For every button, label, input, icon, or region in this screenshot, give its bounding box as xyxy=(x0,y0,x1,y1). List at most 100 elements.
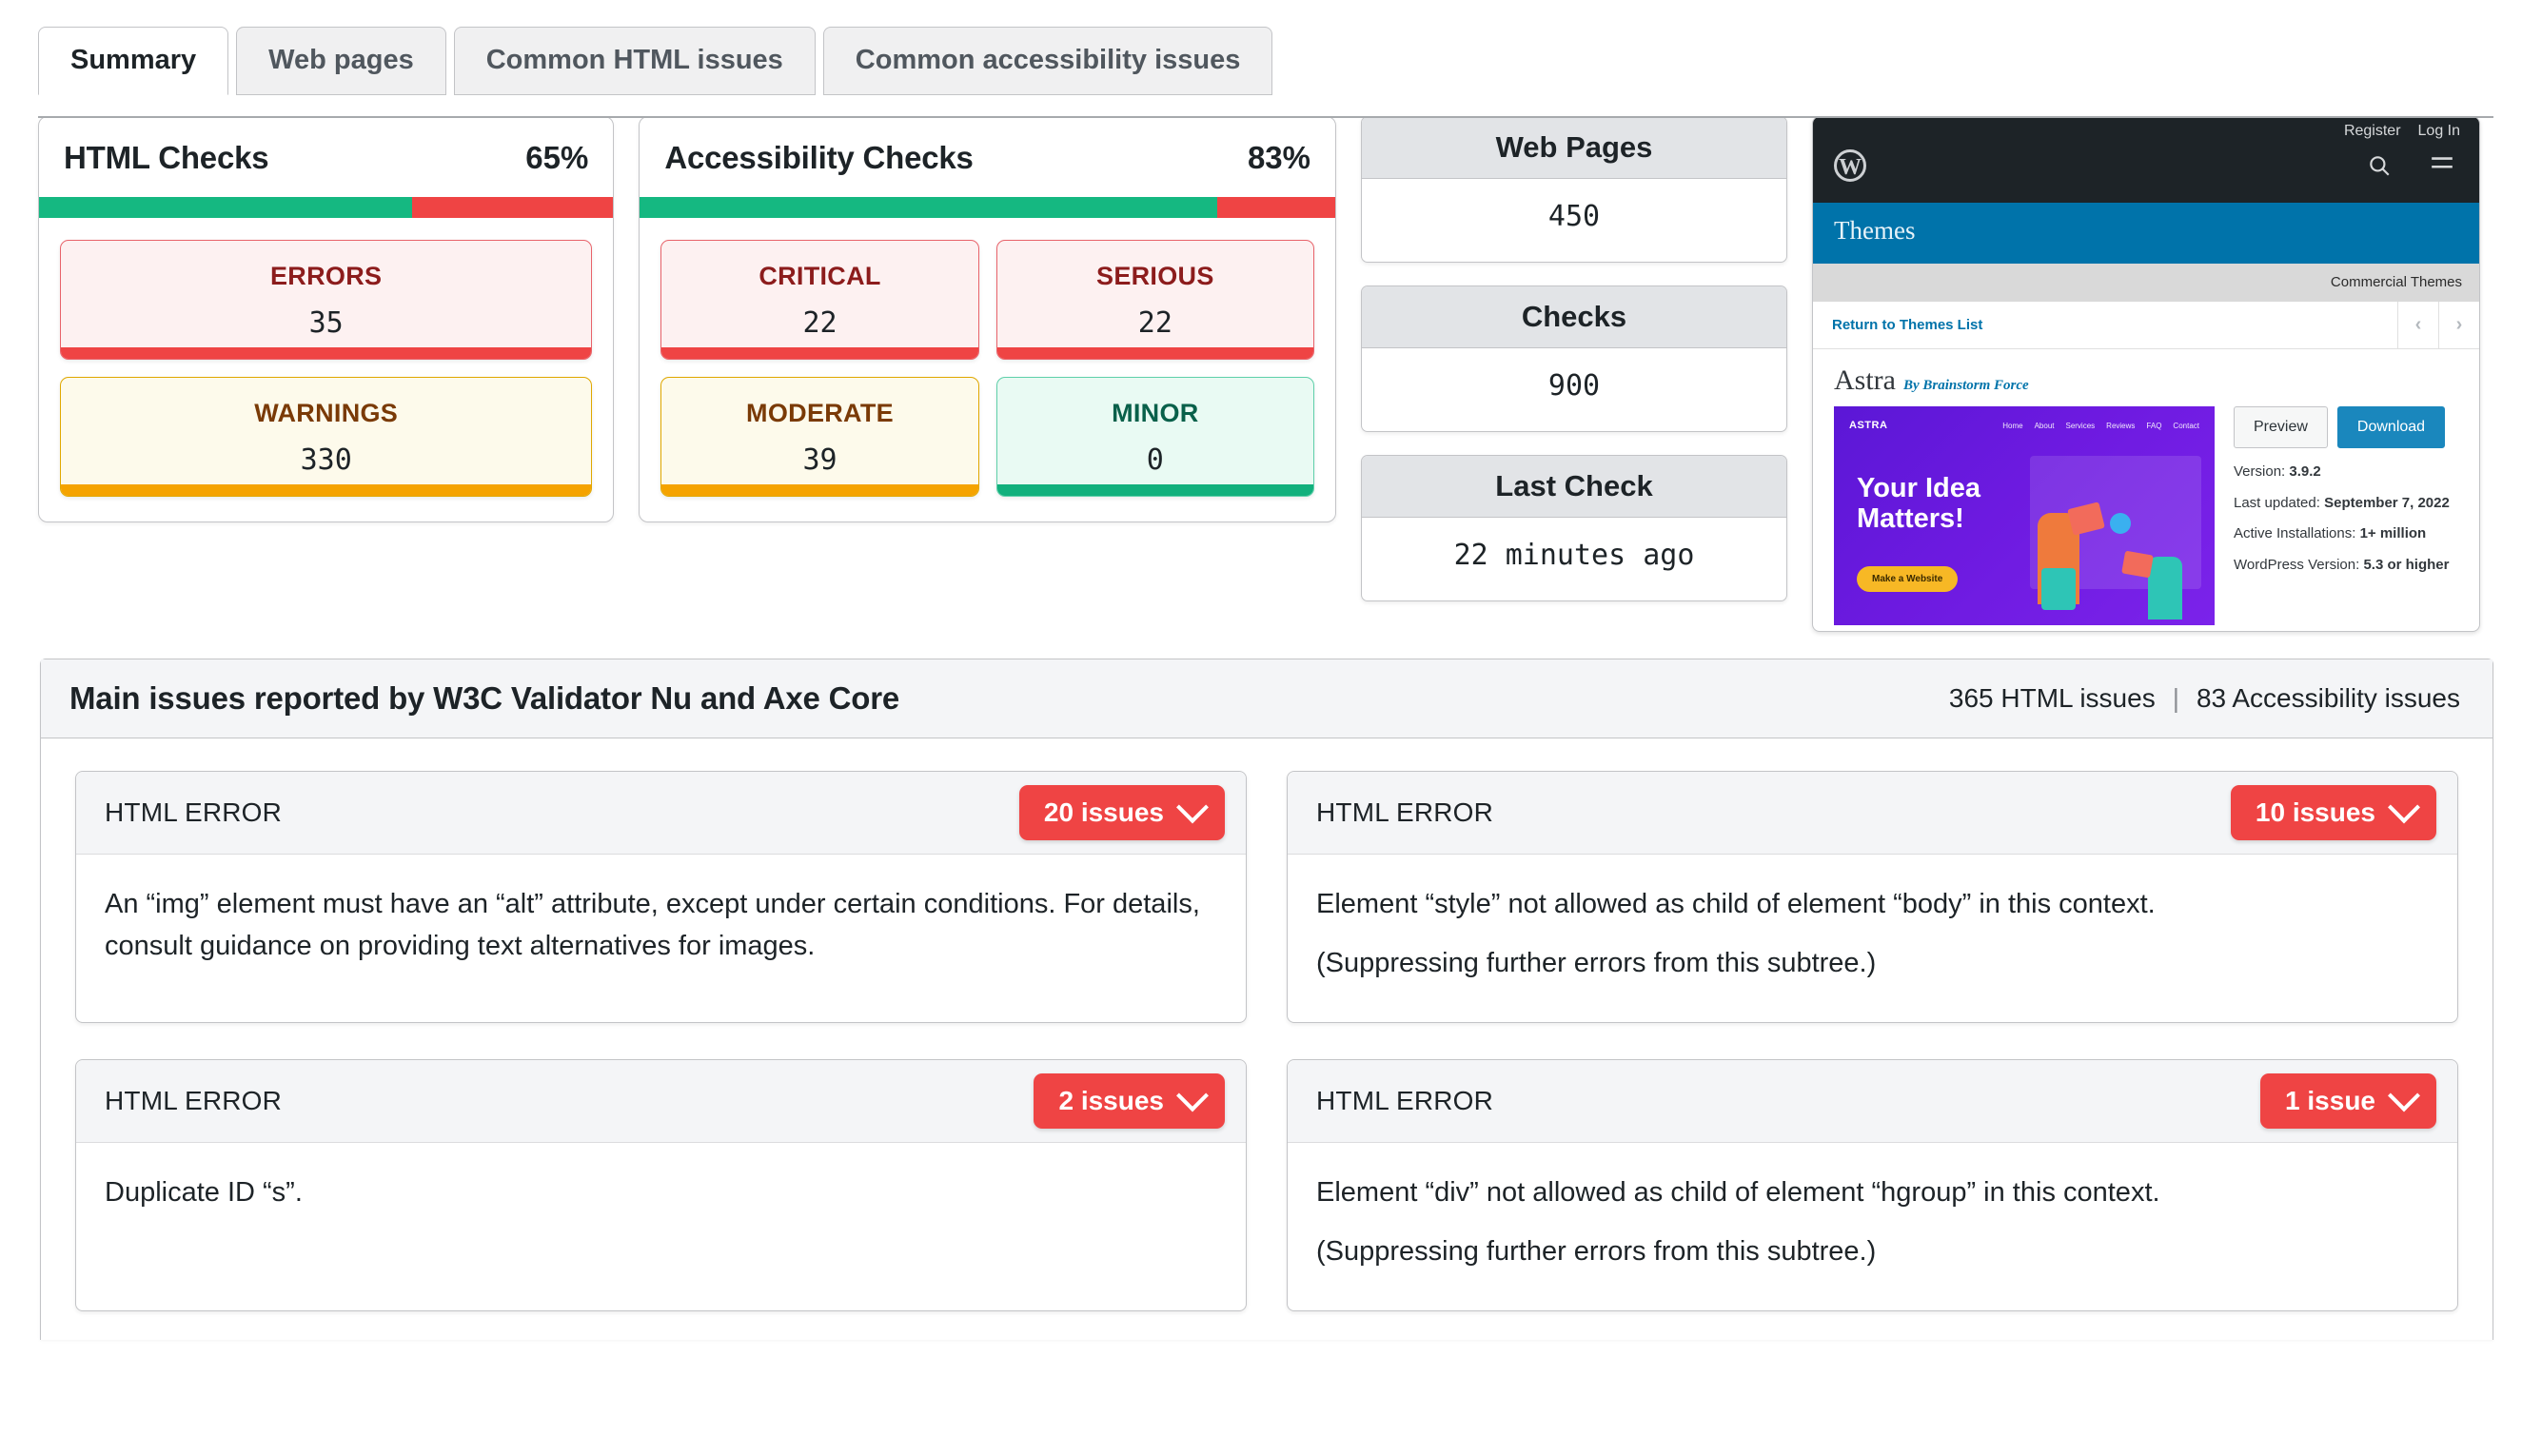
wordpress-logo-icon: W xyxy=(1834,149,1866,182)
metric-accent-bar xyxy=(996,347,1313,359)
metric-value: 330 xyxy=(300,443,352,477)
html-issues-count: 365 HTML issues xyxy=(1948,683,2156,713)
accessibility-checks-percent: 83% xyxy=(1247,140,1310,175)
wp-theme-actions: Preview Download xyxy=(2234,406,2450,448)
accessibility-checks-progress-bar xyxy=(640,197,1335,218)
wp-return-bar: Return to Themes List ‹ › xyxy=(1813,302,2479,349)
issue-card-header: HTML ERROR 20 issues xyxy=(76,772,1246,855)
issue-text: An “img” element must have an “alt” attr… xyxy=(105,889,1200,962)
metric-accent-bar xyxy=(661,484,978,496)
astra-hero-text: Your Idea Matters! xyxy=(1857,473,1980,535)
html-checks-progress-bar xyxy=(39,197,614,218)
astra-hero-cta-button[interactable]: Make a Website xyxy=(1857,566,1959,592)
wp-theme-body: ASTRA Home About Services Reviews FAQ Contact… xyxy=(1834,406,2479,625)
astra-brand-logo: ASTRA xyxy=(1849,420,1888,431)
main-issues-title: Main issues reported by W3C Validator Nu… xyxy=(69,680,900,716)
metric-accent-bar xyxy=(61,347,592,359)
tab-common-accessibility-issues[interactable]: Common accessibility issues xyxy=(822,27,1273,95)
stat-box-last-check: Last Check 22 minutes ago xyxy=(1361,455,1787,601)
astra-nav-link: FAQ xyxy=(2146,421,2162,430)
issue-count-label: 10 issues xyxy=(2255,797,2375,827)
metric-value: 0 xyxy=(1146,443,1164,477)
metric-errors: ERRORS 35 xyxy=(60,240,593,360)
issue-text: (Suppressing further errors from this su… xyxy=(1316,1236,1877,1268)
wp-theme-heading: Astra By Brainstorm Force xyxy=(1834,364,2479,397)
metric-serious: SERIOUS 22 xyxy=(995,240,1314,360)
astra-site-nav: ASTRA Home About Services Reviews FAQ Contact xyxy=(1849,420,2199,431)
wp-admin-bar: Register Log In W xyxy=(1813,117,2479,203)
issue-count-toggle-button[interactable]: 1 issue xyxy=(2260,1073,2436,1130)
wp-return-to-themes-link[interactable]: Return to Themes List xyxy=(1832,317,1982,333)
metric-moderate: MODERATE 39 xyxy=(660,377,979,497)
preview-button[interactable]: Preview xyxy=(2234,406,2328,448)
chevron-down-icon xyxy=(1176,791,1209,824)
accessibility-checks-title: Accessibility Checks xyxy=(664,140,974,175)
issue-count-label: 20 issues xyxy=(1043,797,1164,827)
stat-label: Web Pages xyxy=(1362,117,1786,179)
accessibility-checks-metrics: CRITICAL 22 SERIOUS 22 MODERATE 39 MINOR 0 xyxy=(640,218,1335,521)
chevron-left-icon[interactable]: ‹ xyxy=(2397,302,2438,348)
wp-register-link[interactable]: Register xyxy=(2344,123,2401,140)
issue-card: HTML ERROR 20 issues An “img” element must… xyxy=(75,771,1247,1024)
issue-count-label: 1 issue xyxy=(2285,1086,2375,1116)
wp-commercial-themes-link[interactable]: Commercial Themes xyxy=(1813,264,2479,302)
issue-card: HTML ERROR 10 issues Element “style” not a… xyxy=(1287,771,2458,1024)
issue-card-header: HTML ERROR 10 issues xyxy=(1288,772,2457,855)
metric-label: MODERATE xyxy=(746,399,894,427)
html-checks-percent: 65% xyxy=(525,140,589,175)
search-icon[interactable] xyxy=(2367,153,2392,183)
astra-nav-link: Reviews xyxy=(2106,421,2136,430)
issue-count-toggle-button[interactable]: 2 issues xyxy=(1034,1073,1225,1130)
accessibility-checks-progress-fill xyxy=(640,197,1217,218)
astra-hero-line1: Your Idea xyxy=(1857,473,1980,503)
metric-accent-bar xyxy=(661,347,978,359)
metric-label: WARNINGS xyxy=(254,399,399,427)
main-issues-header: Main issues reported by W3C Validator Nu… xyxy=(41,659,2492,738)
issue-count-label: 2 issues xyxy=(1058,1086,1164,1116)
metric-minor: MINOR 0 xyxy=(995,377,1314,497)
accessibility-issues-count: 83 Accessibility issues xyxy=(2196,683,2460,713)
metric-accent-bar xyxy=(61,484,592,496)
astra-nav-link: Services xyxy=(2065,421,2096,430)
html-checks-card: HTML Checks 65% ERRORS 35 WARNINGS 330 xyxy=(38,116,615,522)
stat-label: Last Check xyxy=(1362,456,1786,518)
issue-card: HTML ERROR 1 issue Element “div” not allow… xyxy=(1287,1059,2458,1312)
issue-count-toggle-button[interactable]: 20 issues xyxy=(1018,785,1225,840)
issue-card-header: HTML ERROR 2 issues xyxy=(76,1060,1246,1144)
astra-nav-link: About xyxy=(2034,421,2055,430)
metric-label: MINOR xyxy=(1112,399,1199,427)
chevron-right-icon[interactable]: › xyxy=(2438,302,2479,348)
tab-common-html-issues[interactable]: Common HTML issues xyxy=(453,27,816,95)
stat-value: 22 minutes ago xyxy=(1453,539,1695,572)
html-checks-header: HTML Checks 65% xyxy=(39,117,613,197)
issue-text: Duplicate ID “s”. xyxy=(105,1177,303,1209)
wordpress-screenshot-preview[interactable]: Register Log In W Themes Commercial Them… xyxy=(1812,116,2480,632)
issue-count-toggle-button[interactable]: 10 issues xyxy=(2230,785,2436,840)
html-checks-title: HTML Checks xyxy=(64,140,269,175)
issue-card-body: Element “div” not allowed as child of el… xyxy=(1288,1143,2457,1310)
wp-updated-row: Last updated: September 7, 2022 xyxy=(2234,494,2450,511)
wp-theme-detail: Astra By Brainstorm Force ASTRA Home Abou… xyxy=(1813,349,2479,625)
wp-wpversion-row: WordPress Version: 5.3 or higher xyxy=(2234,556,2450,573)
hamburger-menu-icon[interactable] xyxy=(2430,153,2454,183)
metric-value: 22 xyxy=(802,306,837,340)
tab-underline xyxy=(38,116,2493,118)
astra-illustration-card-b xyxy=(2121,550,2154,579)
astra-hero-line2: Matters! xyxy=(1857,503,1964,535)
astra-nav-links: Home About Services Reviews FAQ Contact xyxy=(2002,422,2199,430)
issue-text: (Suppressing further errors from this su… xyxy=(1316,948,1877,979)
tab-summary[interactable]: Summary xyxy=(38,27,229,95)
metric-label: SERIOUS xyxy=(1096,262,1214,290)
metric-value: 35 xyxy=(308,306,344,340)
download-button[interactable]: Download xyxy=(2336,406,2446,448)
tab-web-pages[interactable]: Web pages xyxy=(236,27,446,95)
issue-kind-label: HTML ERROR xyxy=(105,1086,283,1116)
chevron-down-icon xyxy=(2388,1079,2420,1112)
wp-toolbar-icons xyxy=(2367,153,2454,183)
wp-login-link[interactable]: Log In xyxy=(2418,123,2460,140)
wp-version-row: Version: 3.9.2 xyxy=(2234,463,2321,480)
summary-top-row: HTML Checks 65% ERRORS 35 WARNINGS 330 Acce… xyxy=(0,89,2522,632)
chevron-down-icon xyxy=(1176,1079,1209,1112)
issue-card-body: Element “style” not allowed as child of … xyxy=(1288,855,2457,1022)
html-checks-metrics: ERRORS 35 WARNINGS 330 xyxy=(39,218,613,521)
